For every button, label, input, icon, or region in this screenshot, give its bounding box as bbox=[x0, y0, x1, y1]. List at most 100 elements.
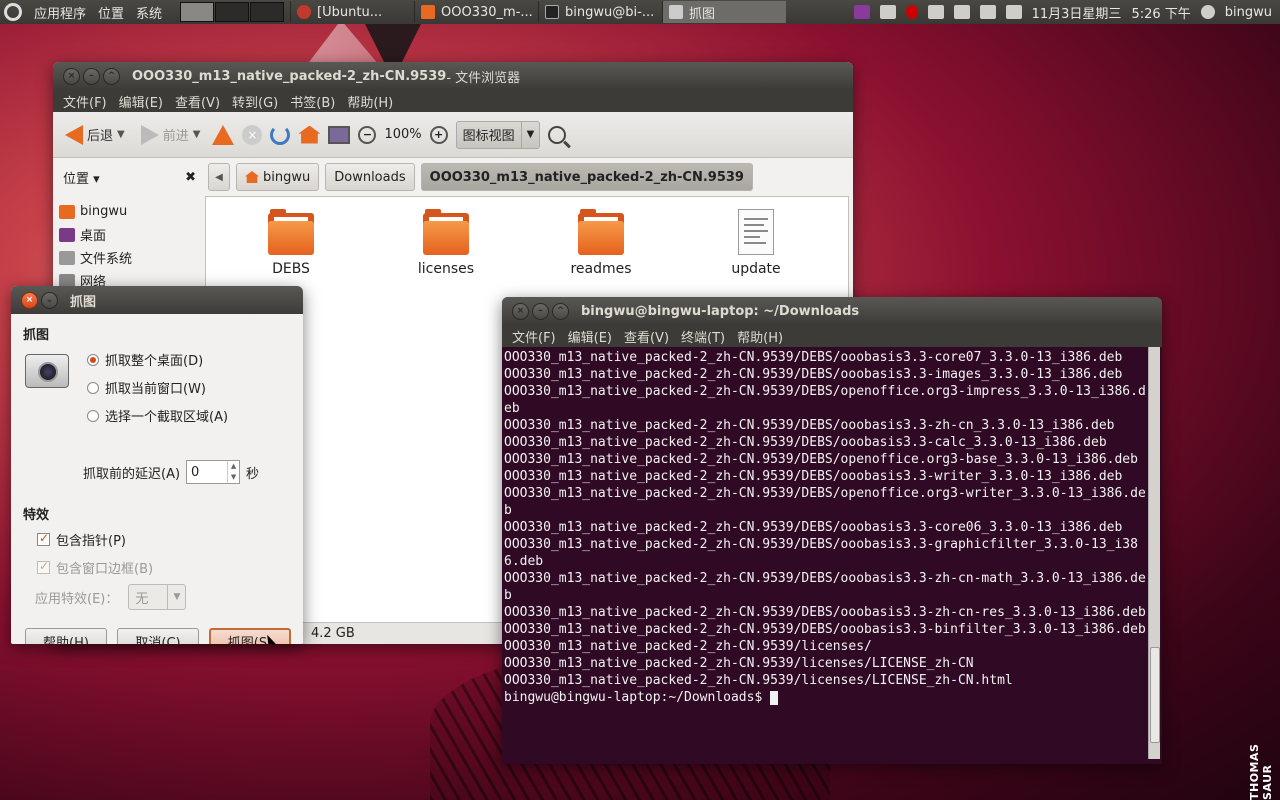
workspace-1[interactable] bbox=[180, 2, 215, 22]
file-item-document[interactable]: update bbox=[701, 207, 811, 277]
system-tray: 11月3日星期三 5:26 下午 bingwu bbox=[853, 3, 1280, 22]
task-terminal[interactable]: bingwu@bi-... bbox=[538, 1, 662, 23]
effect-value: 无 bbox=[135, 591, 149, 607]
trash-icon[interactable] bbox=[879, 5, 896, 19]
menu-go[interactable]: 转到(G) bbox=[226, 92, 284, 111]
file-item-folder[interactable]: DEBS bbox=[236, 207, 346, 277]
close-icon[interactable]: × bbox=[21, 291, 38, 309]
terminal-scrollbar[interactable] bbox=[1148, 347, 1160, 759]
task-label: OOO330_m-... bbox=[441, 4, 533, 20]
sidebar-item-home[interactable]: bingwu bbox=[53, 200, 201, 223]
terminal-line: OOO330_m13_native_packed-2_zh-CN.9539/li… bbox=[504, 639, 872, 654]
menu-view[interactable]: 查看(V) bbox=[618, 327, 675, 346]
zoom-in-icon[interactable]: + bbox=[429, 125, 448, 144]
view-selector[interactable]: 图标视图 ▼ bbox=[455, 120, 541, 149]
zoom-out-icon[interactable]: − bbox=[358, 125, 377, 144]
scrollbar-thumb[interactable] bbox=[1150, 647, 1160, 743]
option-select-area[interactable]: 选择一个截取区域(A) bbox=[87, 406, 228, 425]
minimize-icon[interactable]: – bbox=[83, 67, 100, 85]
window-title: OOO330_m13_native_packed-2_zh-CN.9539 bbox=[132, 68, 447, 84]
network-signal-icon[interactable] bbox=[927, 5, 944, 19]
option-whole-desktop[interactable]: 抓取整个桌面(D) bbox=[87, 350, 203, 369]
mail-icon[interactable] bbox=[1005, 5, 1022, 19]
help-button[interactable]: 帮助(H) bbox=[25, 628, 107, 644]
breadcrumb-downloads[interactable]: Downloads bbox=[325, 163, 415, 191]
workspace-2[interactable] bbox=[215, 2, 250, 22]
chevron-down-icon[interactable]: ▼ bbox=[193, 129, 201, 140]
breadcrumb-label: Downloads bbox=[334, 169, 406, 185]
workspace-3[interactable] bbox=[250, 2, 285, 22]
panel-user[interactable]: bingwu bbox=[1225, 5, 1272, 20]
delay-stepper[interactable]: 0 ▲ ▼ bbox=[186, 460, 241, 484]
menu-places[interactable]: 位置 bbox=[94, 3, 128, 22]
close-icon[interactable]: × bbox=[63, 67, 80, 85]
file-item-folder[interactable]: licenses bbox=[391, 207, 501, 277]
close-icon[interactable]: × bbox=[512, 302, 529, 320]
menu-file[interactable]: 文件(F) bbox=[506, 327, 562, 346]
cancel-button[interactable]: 取消(C) bbox=[117, 628, 199, 644]
radio-button[interactable] bbox=[87, 381, 99, 394]
menu-help[interactable]: 帮助(H) bbox=[731, 327, 789, 346]
minimize-icon[interactable]: ⌄ bbox=[41, 291, 58, 309]
volume-icon[interactable] bbox=[979, 5, 996, 19]
option-current-window[interactable]: 抓取当前窗口(W) bbox=[87, 378, 206, 397]
maximize-icon[interactable]: ^ bbox=[552, 302, 569, 320]
dialog-body: 抓图 抓取整个桌面(D) 抓取当前窗口(W) 选择一个截取区域(A) 抓取前的延… bbox=[11, 314, 303, 644]
chevron-down-icon[interactable]: ▼ bbox=[117, 129, 125, 140]
breadcrumb-current[interactable]: OOO330_m13_native_packed-2_zh-CN.9539 bbox=[420, 163, 753, 191]
include-pointer-option[interactable]: 包含指针(P) bbox=[37, 530, 126, 549]
delay-label: 抓取前的延迟(A) bbox=[83, 466, 181, 482]
minimize-icon[interactable]: – bbox=[532, 302, 549, 320]
reload-icon[interactable] bbox=[270, 124, 291, 145]
breadcrumb-home[interactable]: bingwu bbox=[236, 163, 320, 191]
up-arrow-icon[interactable] bbox=[212, 124, 235, 145]
terminal-line: OOO330_m13_native_packed-2_zh-CN.9539/DE… bbox=[504, 452, 1138, 467]
delay-value: 0 bbox=[191, 464, 200, 480]
path-left-arrow-icon[interactable]: ◀ bbox=[208, 163, 230, 191]
menu-system[interactable]: 系统 bbox=[132, 3, 166, 22]
computer-icon[interactable] bbox=[328, 125, 351, 144]
terminal-line: OOO330_m13_native_packed-2_zh-CN.9539/DE… bbox=[504, 605, 1146, 620]
sidebar-item-desktop[interactable]: 桌面 bbox=[53, 223, 201, 246]
file-item-folder[interactable]: readmes bbox=[546, 207, 656, 277]
menu-applications[interactable]: 应用程序 bbox=[30, 3, 90, 22]
home-icon[interactable] bbox=[298, 125, 321, 144]
task-file-browser[interactable]: OOO330_m-... bbox=[414, 1, 538, 23]
menu-edit[interactable]: 编辑(E) bbox=[113, 92, 169, 111]
screenshot-dialog: × ⌄ 抓图 抓图 抓取整个桌面(D) 抓取当前窗口(W) 选择一个截取区域(A… bbox=[11, 286, 303, 644]
radio-button[interactable] bbox=[87, 353, 99, 366]
menu-terminal[interactable]: 终端(T) bbox=[675, 327, 731, 346]
text-cursor bbox=[770, 690, 779, 705]
menu-file[interactable]: 文件(F) bbox=[57, 92, 113, 111]
panel-date[interactable]: 11月3日星期三 bbox=[1032, 3, 1122, 22]
keyboard-icon[interactable] bbox=[953, 5, 970, 19]
panel-time[interactable]: 5:26 下午 bbox=[1131, 3, 1190, 22]
search-icon[interactable] bbox=[548, 125, 567, 144]
forward-button[interactable]: 前进 ▼ bbox=[137, 122, 205, 148]
workspace-applet-icon[interactable] bbox=[853, 5, 870, 19]
sidebar-close-icon[interactable]: ✖ bbox=[185, 170, 196, 185]
sidebar-places-dropdown[interactable]: 位置 ▾ bbox=[63, 168, 100, 187]
terminal-output[interactable]: OOO330_m13_native_packed-2_zh-CN.9539/DE… bbox=[502, 347, 1162, 761]
sidebar-item-filesystem[interactable]: 文件系统 bbox=[53, 246, 201, 269]
include-pointer-checkbox[interactable] bbox=[37, 531, 50, 546]
terminal-line: OOO330_m13_native_packed-2_zh-CN.9539/DE… bbox=[504, 435, 1107, 450]
back-button[interactable]: 后退 ▼ bbox=[61, 122, 129, 148]
task-label: bingwu@bi-... bbox=[565, 4, 655, 20]
file-browser-titlebar[interactable]: × – ^ OOO330_m13_native_packed-2_zh-CN.9… bbox=[53, 62, 853, 90]
terminal-titlebar[interactable]: × – ^ bingwu@bingwu-laptop: ~/Downloads bbox=[502, 297, 1162, 325]
stepper-arrows-icon[interactable]: ▲ ▼ bbox=[227, 461, 239, 483]
task-screenshot[interactable]: 抓图 bbox=[662, 1, 787, 23]
capture-button[interactable]: 抓图(S) bbox=[209, 628, 291, 644]
menu-view[interactable]: 查看(V) bbox=[169, 92, 226, 111]
stop-icon[interactable]: × bbox=[242, 124, 263, 145]
maximize-icon[interactable]: ^ bbox=[103, 67, 120, 85]
radio-button[interactable] bbox=[87, 409, 99, 422]
task-browser[interactable]: [Ubuntu... bbox=[290, 1, 414, 23]
dialog-titlebar[interactable]: × ⌄ 抓图 bbox=[11, 286, 303, 314]
menu-edit[interactable]: 编辑(E) bbox=[562, 327, 618, 346]
menu-bookmarks[interactable]: 书签(B) bbox=[284, 92, 341, 111]
menu-help[interactable]: 帮助(H) bbox=[341, 92, 399, 111]
ubuntu-logo-icon[interactable] bbox=[4, 3, 22, 21]
opera-icon[interactable] bbox=[905, 5, 918, 19]
